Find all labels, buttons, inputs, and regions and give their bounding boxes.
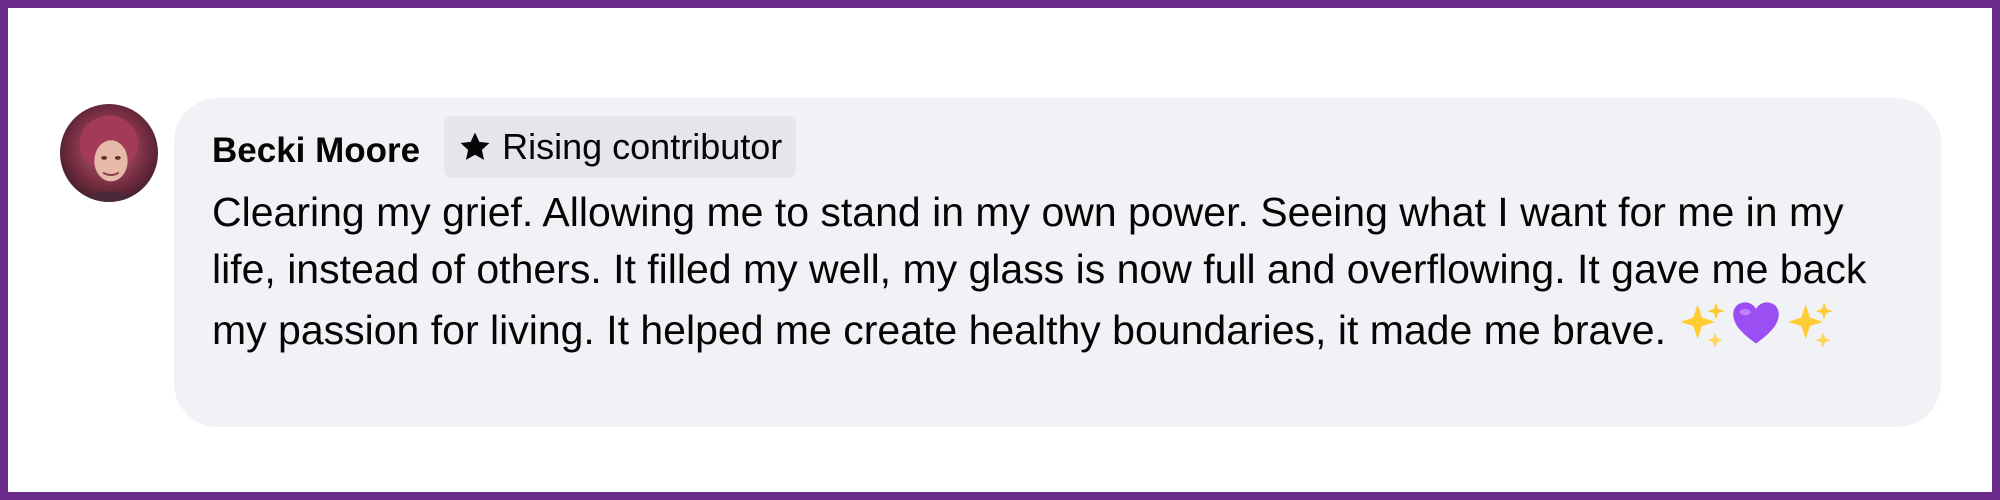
comment-bubble: Becki Moore Rising contributor Clearing … xyxy=(174,98,1941,427)
sparkles-icon xyxy=(1784,298,1836,350)
avatar[interactable] xyxy=(60,104,158,202)
rising-contributor-badge[interactable]: Rising contributor xyxy=(444,116,797,178)
emoji-group xyxy=(1676,298,1838,350)
author-name[interactable]: Becki Moore xyxy=(212,131,420,171)
comment-header: Becki Moore Rising contributor xyxy=(212,116,1901,178)
purple-heart-icon xyxy=(1730,298,1782,350)
comment-text: Clearing my grief. Allowing me to stand … xyxy=(212,189,1867,353)
comment-body: Clearing my grief. Allowing me to stand … xyxy=(212,184,1902,359)
star-icon xyxy=(458,130,492,164)
badge-label: Rising contributor xyxy=(502,126,783,167)
sparkles-icon xyxy=(1676,298,1728,350)
